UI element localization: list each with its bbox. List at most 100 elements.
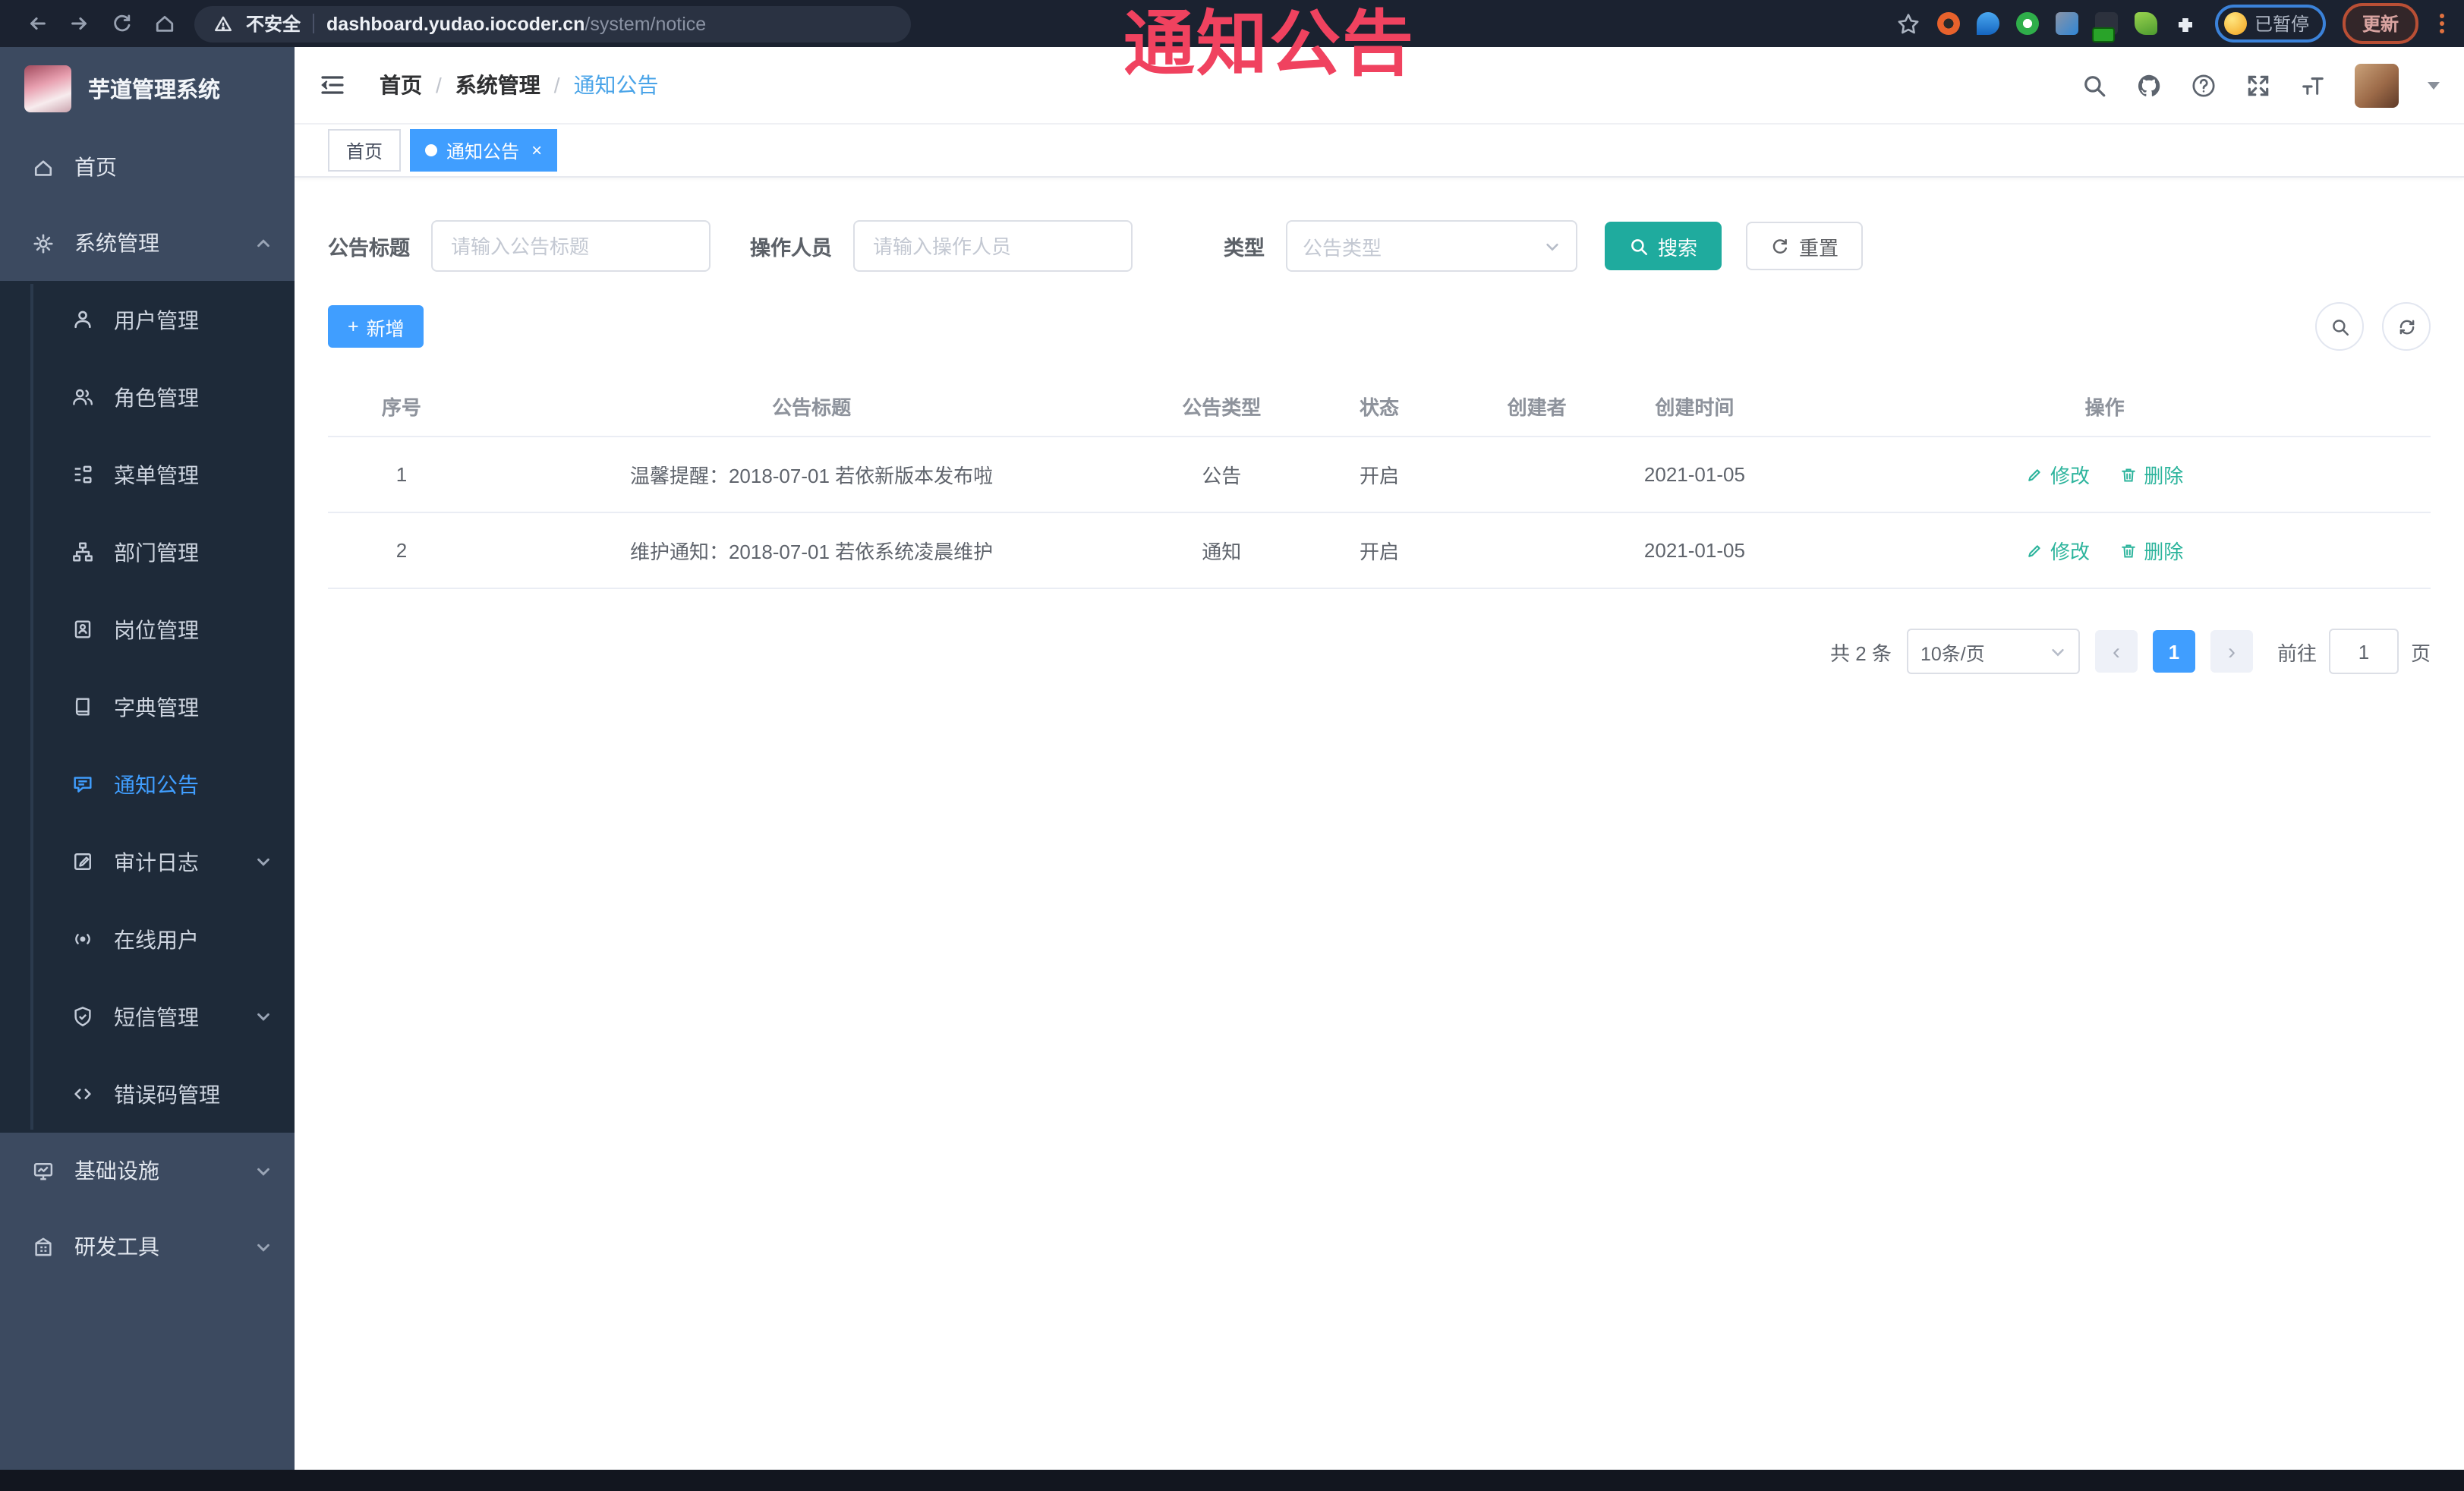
goto-page-input[interactable] [2328, 629, 2399, 674]
warning-icon [214, 15, 232, 31]
extension-icon-diamond[interactable] [2055, 12, 2078, 35]
browser-forward-button[interactable] [58, 0, 100, 47]
table-row[interactable]: 2 维护通知：2018-07-01 若依系统凌晨维护 通知 开启 2021-01… [328, 512, 2431, 589]
tab-home[interactable]: 首页 [328, 129, 402, 172]
cell-creator [1463, 437, 1611, 513]
breadcrumb-item[interactable]: 首页 [380, 70, 422, 100]
paused-label: 已暂停 [2254, 14, 2309, 35]
delete-link[interactable]: 删除 [2119, 536, 2183, 565]
sidebar-item-system-management[interactable]: 系统管理 [0, 205, 295, 281]
reset-button-label: 重置 [1799, 236, 1839, 259]
edit-link[interactable]: 修改 [2026, 460, 2090, 489]
sidebar-item-role-management[interactable]: 角色管理 [0, 358, 295, 436]
github-icon[interactable] [2136, 72, 2162, 98]
sidebar-item-label: 错误码管理 [114, 1082, 220, 1106]
user-avatar[interactable] [2355, 63, 2399, 107]
browser-home-button[interactable] [143, 0, 185, 47]
table-header-row: 序号 公告标题 公告类型 状态 创建者 创建时间 操作 [328, 375, 2431, 437]
app-header: 首页 / 系统管理 / 通知公告 [295, 47, 2464, 125]
sidebar-item-infrastructure[interactable]: 基础设施 [0, 1133, 295, 1209]
sidebar-item-notice-announcement[interactable]: 通知公告 [0, 746, 295, 823]
menu-tree-icon [74, 465, 92, 484]
operator-input[interactable] [853, 220, 1133, 272]
sidebar-collapse-icon[interactable] [319, 71, 346, 99]
app-logo-row[interactable]: 芋道管理系统 [0, 47, 295, 129]
cell-creator [1463, 512, 1611, 589]
col-status: 状态 [1295, 375, 1464, 437]
col-no: 序号 [328, 375, 475, 437]
reload-icon [113, 14, 130, 32]
cell-actions: 修改 删除 [1779, 437, 2431, 513]
edit-link[interactable]: 修改 [2026, 536, 2090, 565]
chevron-up-icon [257, 238, 269, 247]
extension-icon-blue-pin[interactable] [1976, 12, 1999, 35]
fullscreen-icon[interactable] [2245, 72, 2271, 98]
browser-back-button[interactable] [15, 0, 58, 47]
divider [313, 14, 315, 33]
sidebar-item-home[interactable]: 首页 [0, 129, 295, 205]
tab-close-icon[interactable]: × [531, 140, 542, 161]
sidebar-item-label: 首页 [74, 155, 117, 179]
breadcrumb-item[interactable]: 系统管理 [455, 70, 540, 100]
toggle-search-button[interactable] [2315, 302, 2364, 351]
search-button-label: 搜索 [1658, 236, 1698, 259]
user-menu-caret-icon[interactable] [2428, 81, 2440, 95]
sidebar-item-audit-log[interactable]: 审计日志 [0, 823, 295, 900]
refresh-table-button[interactable] [2382, 302, 2431, 351]
sidebar-item-sms-management[interactable]: 短信管理 [0, 978, 295, 1055]
prev-page-button[interactable]: ‹ [2094, 630, 2138, 673]
search-button[interactable]: 搜索 [1605, 222, 1722, 270]
next-page-button[interactable]: › [2210, 630, 2253, 673]
cell-type: 通知 [1148, 512, 1296, 589]
main-area: 首页 / 系统管理 / 通知公告 首页 通知公告 × 公告标题 请输入公告标题 … [295, 47, 2464, 1470]
add-button[interactable]: + 新增 [328, 305, 424, 348]
browser-update-button[interactable]: 更新 [2342, 3, 2418, 44]
sidebar-item-user-management[interactable]: 用户管理 [0, 281, 295, 358]
sidebar-item-department-management[interactable]: 部门管理 [0, 513, 295, 591]
tab-notice-announcement[interactable]: 通知公告 × [410, 129, 558, 172]
sidebar-item-label: 通知公告 [114, 772, 199, 796]
browser-reload-button[interactable] [100, 0, 143, 47]
book-icon [75, 698, 90, 716]
sidebar-item-label: 字典管理 [114, 695, 199, 719]
col-actions: 操作 [1779, 375, 2431, 437]
refresh-icon [2399, 319, 2414, 334]
font-size-icon[interactable] [2300, 72, 2326, 98]
extensions-puzzle-icon[interactable] [2174, 11, 2198, 36]
extension-icon-orange[interactable] [1936, 12, 1960, 35]
search-icon[interactable] [2081, 72, 2107, 98]
page-number-current[interactable]: 1 [2152, 630, 2195, 673]
browser-menu-kebab-icon[interactable] [2435, 14, 2449, 33]
sidebar-item-online-users[interactable]: 在线用户 [0, 900, 295, 978]
breadcrumb-separator: / [553, 73, 560, 97]
notice-title-input[interactable] [431, 220, 711, 272]
chevron-down-icon [257, 1243, 269, 1251]
arrow-left-icon [30, 17, 45, 30]
delete-link-label: 删除 [2144, 541, 2184, 563]
online-signal-icon [75, 934, 90, 944]
bookmark-star-icon[interactable] [1896, 11, 1920, 36]
cell-created-time: 2021-01-05 [1610, 437, 1779, 513]
edit-pencil-icon [2029, 468, 2041, 481]
select-placeholder: 公告类型 [1303, 236, 1382, 259]
sidebar-item-post-management[interactable]: 岗位管理 [0, 591, 295, 668]
page-size-select[interactable]: 10条/页 [1906, 629, 2080, 674]
delete-link[interactable]: 删除 [2119, 460, 2183, 489]
extension-icon-green-circle[interactable] [2015, 12, 2039, 35]
sidebar-item-error-code-management[interactable]: 错误码管理 [0, 1055, 295, 1133]
profile-paused-chip[interactable]: 已暂停 [2214, 5, 2326, 43]
sidebar-item-menu-management[interactable]: 菜单管理 [0, 436, 295, 513]
table-row[interactable]: 1 温馨提醒：2018-07-01 若依新版本发布啦 公告 开启 2021-01… [328, 437, 2431, 513]
sidebar-item-dict-management[interactable]: 字典管理 [0, 668, 295, 746]
reset-button[interactable]: 重置 [1746, 222, 1864, 270]
goto-suffix: 页 [2410, 641, 2431, 664]
sidebar-item-label: 用户管理 [114, 307, 199, 332]
sidebar-item-dev-tools[interactable]: 研发工具 [0, 1209, 295, 1285]
address-bar[interactable]: 不安全 dashboard.yudao.iocoder.cn/system/no… [194, 5, 911, 42]
extension-icon-dark-on-badge[interactable] [2091, 12, 2118, 43]
sidebar-item-label: 短信管理 [114, 1004, 199, 1029]
notice-type-select[interactable]: 公告类型 [1286, 220, 1577, 272]
col-creator: 创建者 [1463, 375, 1611, 437]
help-question-icon[interactable] [2191, 72, 2217, 98]
extension-icon-green-leaf[interactable] [2134, 12, 2157, 35]
